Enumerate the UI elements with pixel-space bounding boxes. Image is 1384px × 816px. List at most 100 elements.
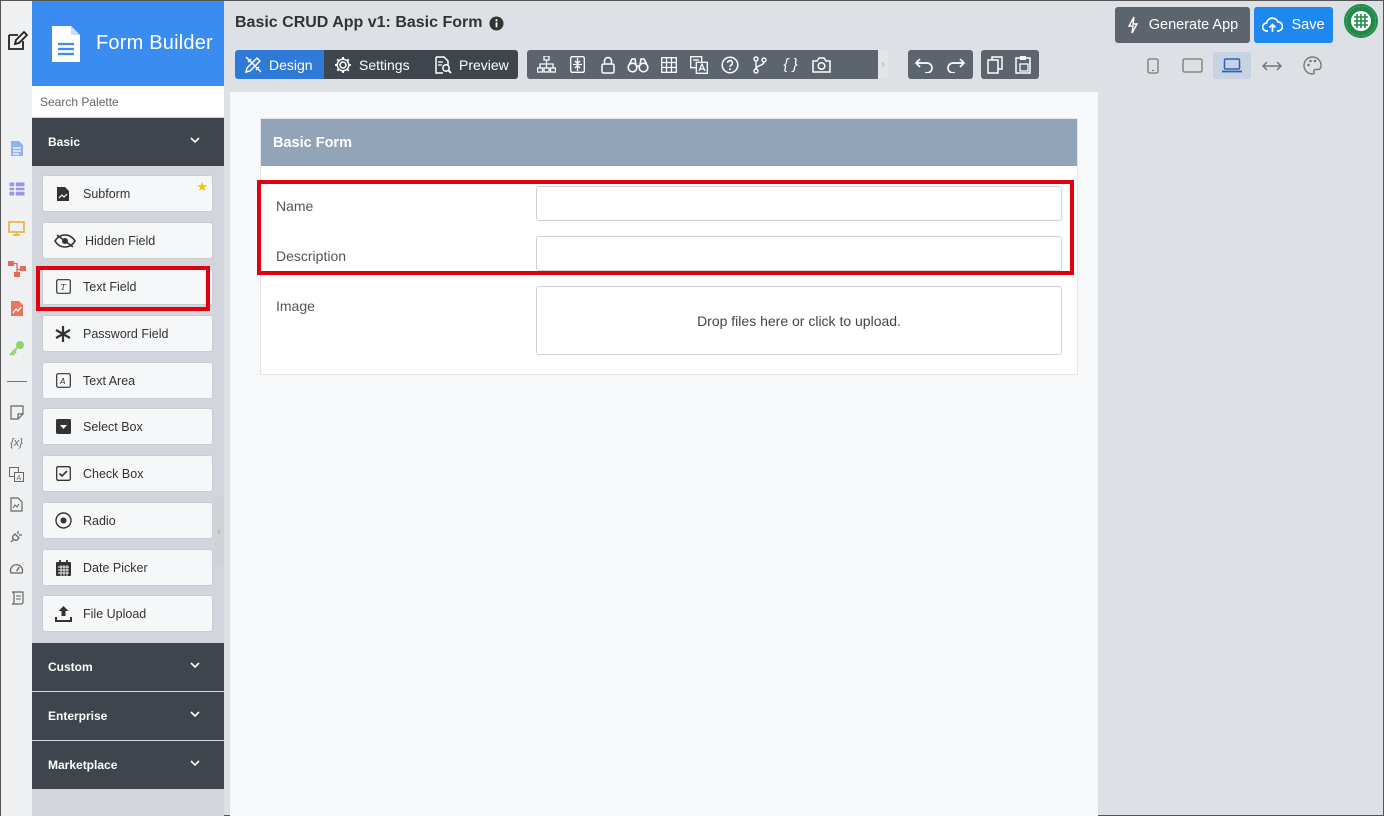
mode-tabs: Design Settings Preview [235, 50, 518, 79]
palette-item-check-box[interactable]: Check Box [42, 455, 213, 492]
palette-item-label: Subform [83, 186, 131, 201]
undo-icon[interactable] [911, 55, 937, 75]
camera-icon[interactable] [810, 55, 833, 75]
monitor-icon[interactable] [7, 219, 26, 238]
phone-icon[interactable] [1134, 52, 1172, 79]
lock-icon[interactable] [596, 55, 619, 75]
gauge-icon[interactable] [7, 559, 26, 578]
group-label: Enterprise [48, 709, 108, 723]
radio-icon [54, 512, 72, 530]
paste-icon[interactable] [1012, 55, 1034, 75]
help-icon[interactable] [718, 55, 741, 75]
palette-group-custom[interactable]: Custom [32, 643, 224, 691]
table-icon[interactable] [657, 55, 680, 75]
palette-item-label: Text Area [83, 373, 136, 388]
note-icon[interactable] [7, 403, 26, 422]
image-dropzone[interactable]: Drop files here or click to upload. [536, 286, 1062, 355]
file-icon[interactable] [7, 495, 26, 514]
tab-design[interactable]: Design [235, 50, 324, 79]
text-area-icon: A [54, 372, 72, 390]
report-icon[interactable] [7, 299, 26, 318]
tab-settings[interactable]: Settings [324, 50, 424, 79]
palette-item-subform[interactable]: Subform ★ [42, 175, 213, 212]
svg-text:A: A [59, 377, 65, 386]
chevron-down-icon [190, 760, 200, 767]
save-label: Save [1291, 17, 1325, 33]
palette-group-marketplace[interactable]: Marketplace [32, 741, 224, 789]
palette-item-select-box[interactable]: Select Box [42, 408, 213, 445]
palette-item-label: Hidden Field [85, 233, 156, 248]
tab-label: Design [269, 56, 313, 73]
tab-preview[interactable]: Preview [424, 50, 518, 79]
name-field[interactable] [536, 186, 1062, 221]
history-buttons [908, 50, 973, 79]
clipboard-buttons [981, 50, 1039, 79]
flow-icon[interactable] [7, 259, 26, 278]
palette-item-label: File Upload [83, 606, 147, 621]
svg-text:T: T [60, 283, 66, 292]
grid-icon[interactable] [7, 179, 26, 198]
description-field[interactable] [536, 236, 1062, 271]
preview-icon [434, 55, 459, 74]
translate-icon[interactable]: A [7, 465, 26, 484]
palette-group-enterprise[interactable]: Enterprise [32, 692, 224, 740]
palette-collapse-handle[interactable]: ‹ [214, 496, 224, 566]
palette-item-text-field[interactable]: T Text Field [42, 268, 213, 305]
description-label: Description [276, 248, 347, 264]
upload-icon [54, 605, 72, 623]
designer-toolbar: { } › [527, 50, 888, 79]
generate-app-button[interactable]: Generate App [1115, 7, 1250, 43]
translate-icon[interactable] [688, 55, 711, 75]
avatar[interactable] [1344, 4, 1378, 38]
redo-icon[interactable] [943, 55, 969, 75]
laptop-icon[interactable] [1213, 52, 1251, 79]
palette-item-hidden-field[interactable]: Hidden Field [42, 222, 213, 259]
copy-icon[interactable] [984, 55, 1006, 75]
palette-item-date-picker[interactable]: Date Picker [42, 549, 213, 586]
scroll-icon[interactable] [7, 589, 26, 608]
compress-icon[interactable] [566, 55, 589, 75]
palette-icon[interactable] [1293, 52, 1331, 79]
variable-icon[interactable]: {x} [7, 433, 26, 452]
calendar-icon [54, 559, 72, 577]
toolbar-scroll-right-icon[interactable]: › [878, 50, 888, 79]
plug-icon[interactable] [7, 527, 26, 546]
bolt-icon [1127, 16, 1149, 34]
fit-width-icon[interactable] [1253, 52, 1291, 79]
star-icon: ★ [196, 179, 208, 194]
palette-group-basic[interactable]: Basic [32, 118, 224, 166]
text-field-icon: T [54, 278, 72, 296]
save-button[interactable]: Save [1254, 7, 1333, 43]
asterisk-icon [54, 325, 72, 343]
sitemap-icon[interactable] [535, 55, 558, 75]
name-label: Name [276, 198, 314, 214]
page-title: Basic CRUD App v1: Basic Form [235, 14, 504, 32]
palette-item-text-area[interactable]: A Text Area [42, 362, 213, 399]
image-label: Image [276, 298, 315, 314]
document-icon[interactable] [7, 139, 26, 158]
json-icon[interactable]: { } [779, 55, 802, 75]
form-panel: Basic Form Name Description Image Drop f… [260, 118, 1078, 375]
palette-item-label: Select Box [83, 419, 143, 434]
palette-item-label: Password Field [83, 326, 169, 341]
palette-item-file-upload[interactable]: File Upload [42, 595, 213, 632]
binoculars-icon[interactable] [627, 55, 650, 75]
brand-title: Form Builder [96, 32, 213, 54]
form-title: Basic Form [261, 119, 1077, 166]
check-box-icon [54, 465, 72, 483]
group-label: Basic [48, 135, 81, 149]
palette-search-input[interactable] [32, 86, 224, 118]
branch-icon[interactable] [749, 55, 772, 75]
left-rail: {x} A [1, 1, 32, 816]
select-box-icon [54, 418, 72, 436]
info-icon[interactable] [489, 16, 504, 31]
palette-item-radio[interactable]: Radio [42, 502, 213, 539]
palette-item-password-field[interactable]: Password Field [42, 315, 213, 352]
eye-slash-icon [54, 232, 76, 250]
group-label: Marketplace [48, 758, 118, 772]
tab-label: Preview [459, 56, 509, 73]
tablet-icon[interactable] [1173, 52, 1211, 79]
key-icon[interactable] [7, 339, 26, 358]
design-icon [245, 56, 269, 73]
edit-icon[interactable] [5, 29, 29, 53]
